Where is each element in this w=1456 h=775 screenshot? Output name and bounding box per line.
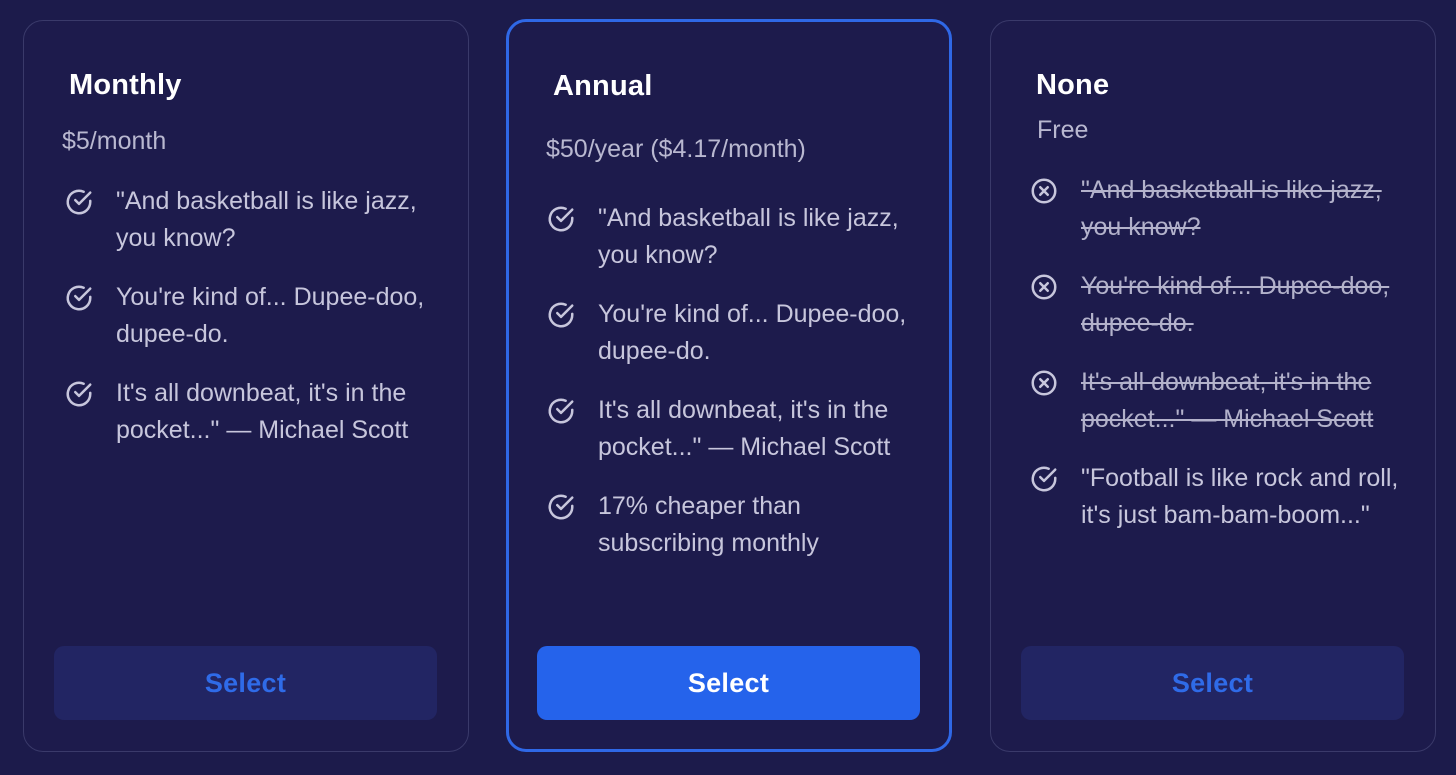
feature-text: "And basketball is like jazz, you know?	[1081, 176, 1382, 241]
feature-item: You're kind of... Dupee-doo, dupee-do.	[64, 279, 449, 353]
feature-text: "And basketball is like jazz, you know?	[116, 187, 417, 252]
feature-list: "And basketball is like jazz, you know? …	[546, 200, 931, 584]
check-circle-icon	[548, 494, 574, 520]
check-circle-icon	[66, 285, 92, 311]
feature-item: "And basketball is like jazz, you know?	[546, 200, 931, 274]
x-circle-icon	[1031, 274, 1057, 300]
feature-text: You're kind of... Dupee-doo, dupee-do.	[116, 283, 425, 348]
plan-title: Annual	[553, 70, 653, 102]
x-circle-icon	[1031, 178, 1057, 204]
feature-item: "Football is like rock and roll, it's ju…	[1029, 460, 1414, 534]
check-circle-icon	[66, 189, 92, 215]
feature-text: "And basketball is like jazz, you know?	[598, 204, 899, 269]
check-circle-icon	[66, 381, 92, 407]
plan-card-annual: Annual $50/year ($4.17/month) "And baske…	[506, 19, 952, 752]
feature-text: It's all downbeat, it's in the pocket...…	[598, 396, 891, 461]
select-monthly-button[interactable]: Select	[54, 646, 437, 720]
feature-item: "And basketball is like jazz, you know?	[1029, 172, 1414, 246]
feature-text: It's all downbeat, it's in the pocket...…	[116, 379, 409, 444]
feature-item: "And basketball is like jazz, you know?	[64, 183, 449, 257]
plan-title: Monthly	[69, 69, 182, 101]
feature-item: It's all downbeat, it's in the pocket...…	[64, 375, 449, 449]
feature-item: It's all downbeat, it's in the pocket...…	[1029, 364, 1414, 438]
plan-card-none: None Free "And basketball is like jazz, …	[990, 20, 1436, 752]
feature-list: "And basketball is like jazz, you know? …	[64, 183, 449, 471]
feature-item: You're kind of... Dupee-doo, dupee-do.	[1029, 268, 1414, 342]
select-free-button[interactable]: Select	[1021, 646, 1404, 720]
plan-card-monthly: Monthly $5/month "And basketball is like…	[23, 20, 469, 752]
feature-text: "Football is like rock and roll, it's ju…	[1081, 464, 1399, 529]
feature-text: You're kind of... Dupee-doo, dupee-do.	[1081, 272, 1390, 337]
feature-item: You're kind of... Dupee-doo, dupee-do.	[546, 296, 931, 370]
plan-title: None	[1036, 69, 1110, 101]
plan-price: $50/year ($4.17/month)	[546, 135, 806, 163]
plan-price: $5/month	[62, 127, 167, 155]
feature-item: 17% cheaper than subscribing monthly	[546, 488, 931, 562]
select-annual-button[interactable]: Select	[537, 646, 920, 720]
feature-list: "And basketball is like jazz, you know? …	[1029, 172, 1414, 556]
check-circle-icon	[1031, 466, 1057, 492]
plan-price: Free	[1037, 116, 1089, 144]
check-circle-icon	[548, 206, 574, 232]
x-circle-icon	[1031, 370, 1057, 396]
check-circle-icon	[548, 398, 574, 424]
feature-text: It's all downbeat, it's in the pocket...…	[1081, 368, 1374, 433]
feature-text: 17% cheaper than subscribing monthly	[598, 492, 819, 557]
feature-text: You're kind of... Dupee-doo, dupee-do.	[598, 300, 907, 365]
check-circle-icon	[548, 302, 574, 328]
feature-item: It's all downbeat, it's in the pocket...…	[546, 392, 931, 466]
